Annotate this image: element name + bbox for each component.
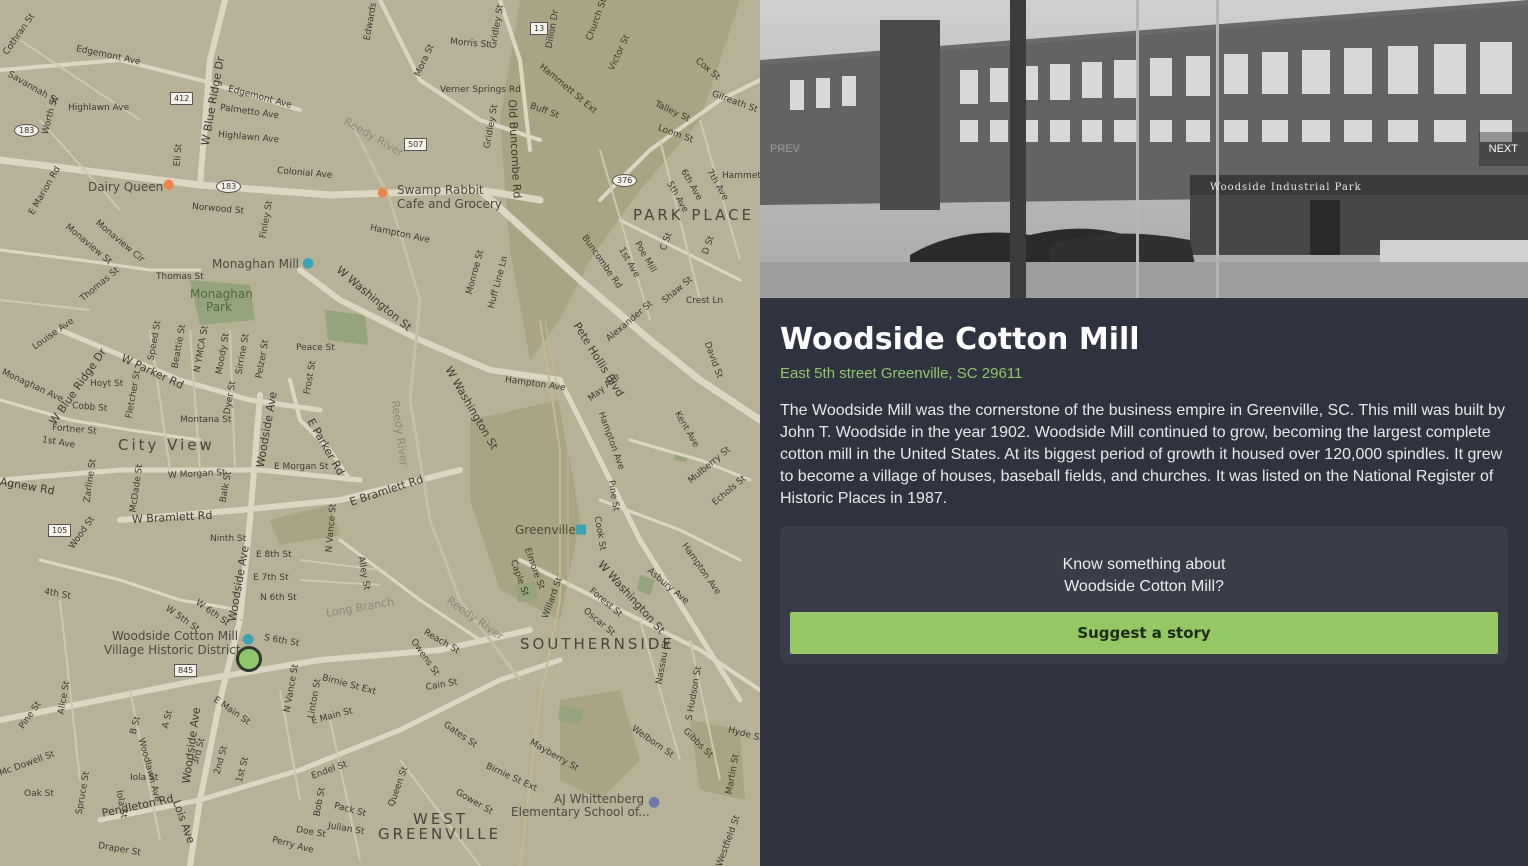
place-address: East 5th street Greenville, SC 29611	[780, 365, 1023, 382]
next-button[interactable]: NEXT	[1478, 132, 1528, 166]
street-label: Thomas St	[156, 272, 204, 282]
street-label: Hammett St	[722, 171, 760, 181]
poi-aj-whittenberg-1[interactable]: AJ Whittenberg	[554, 793, 644, 805]
suggest-prompt: Know something about Woodside Cotton Mil…	[780, 554, 1508, 598]
street-label: Peace St	[296, 343, 335, 353]
street-label: Ninth St	[210, 534, 247, 544]
sign-text: Woodside Industrial Park	[1210, 182, 1362, 193]
poi-monaghan-park-1[interactable]: Monaghan	[190, 288, 253, 300]
street-label: E 7th St	[253, 573, 289, 583]
area-park-place: PARK PLACE	[633, 206, 755, 224]
area-city-view: City View	[118, 436, 215, 454]
place-title: Woodside Cotton Mill	[780, 322, 1140, 357]
street-label: Crest Ln	[686, 296, 724, 306]
restaurant-icon: ●	[377, 185, 389, 200]
street-label: E Morgan St	[274, 462, 329, 472]
mill-photo-image: Woodside Industrial Park	[760, 0, 1528, 298]
landmark-icon: ●	[302, 255, 315, 271]
poi-monaghan-park-2[interactable]: Park	[206, 301, 232, 313]
route-shield: 13	[530, 22, 549, 35]
place-description: The Woodside Mill was the cornerstone of…	[780, 402, 1506, 507]
route-shield: 412	[170, 92, 194, 105]
prev-button[interactable]: PREV	[760, 132, 810, 166]
poi-greenville-station[interactable]: Greenville	[515, 524, 576, 536]
area-southernside: SOUTHERNSIDE	[520, 635, 675, 653]
poi-aj-whittenberg-2[interactable]: Elementary School of...	[511, 806, 650, 818]
suggest-prompt-line2: Woodside Cotton Mill?	[1064, 578, 1224, 595]
street-label: Montana St	[180, 415, 232, 425]
poi-woodside-district-2[interactable]: Village Historic District	[104, 644, 241, 656]
street-label: Verner Springs Rd	[440, 85, 521, 95]
street-label: N 6th St	[260, 593, 297, 603]
route-shield: 845	[174, 664, 198, 677]
poi-dairy-queen[interactable]: Dairy Queen	[88, 181, 163, 193]
street-label: E 8th St	[256, 550, 292, 560]
poi-woodside-district-1[interactable]: Woodside Cotton Mill	[112, 630, 238, 642]
poi-swamp-rabbit-2[interactable]: Cafe and Grocery	[397, 198, 502, 210]
mill-photo: Woodside Industrial Park PREV NEXT	[760, 0, 1528, 298]
route-shield: 105	[48, 524, 72, 537]
train-icon: ■	[575, 522, 588, 537]
detail-panel: Woodside Industrial Park PREV NEXT Woods…	[760, 0, 1528, 866]
suggest-card: Know something about Woodside Cotton Mil…	[780, 526, 1508, 664]
poi-swamp-rabbit-1[interactable]: Swamp Rabbit	[397, 184, 484, 196]
suggest-prompt-line1: Know something about	[1062, 556, 1226, 573]
route-shield: 507	[404, 138, 428, 151]
street-label: Hoyt St	[90, 379, 124, 389]
street-label: Oak St	[24, 789, 54, 799]
school-icon: ●	[648, 794, 661, 810]
street-label: Highlawn Ave	[68, 103, 130, 113]
suggest-story-button[interactable]: Suggest a story	[790, 612, 1498, 654]
poi-monaghan-mill[interactable]: Monaghan Mill	[212, 258, 299, 270]
map[interactable]: PARK PLACE City View SOUTHERNSIDE WEST G…	[0, 0, 760, 866]
restaurant-icon: ●	[163, 177, 175, 192]
area-west-greenville-2: GREENVILLE	[378, 825, 502, 843]
landmark-icon: ●	[242, 631, 255, 647]
selected-location-pin[interactable]	[236, 646, 262, 672]
